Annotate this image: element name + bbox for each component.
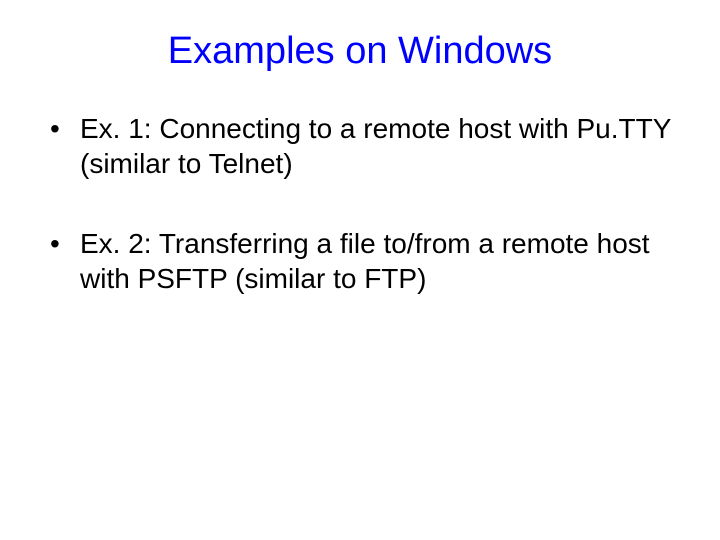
bullet-item: Ex. 2: Transferring a file to/from a rem… xyxy=(50,226,690,296)
slide-title: Examples on Windows xyxy=(30,30,690,73)
bullet-list: Ex. 1: Connecting to a remote host with … xyxy=(30,111,690,296)
bullet-item: Ex. 1: Connecting to a remote host with … xyxy=(50,111,690,181)
